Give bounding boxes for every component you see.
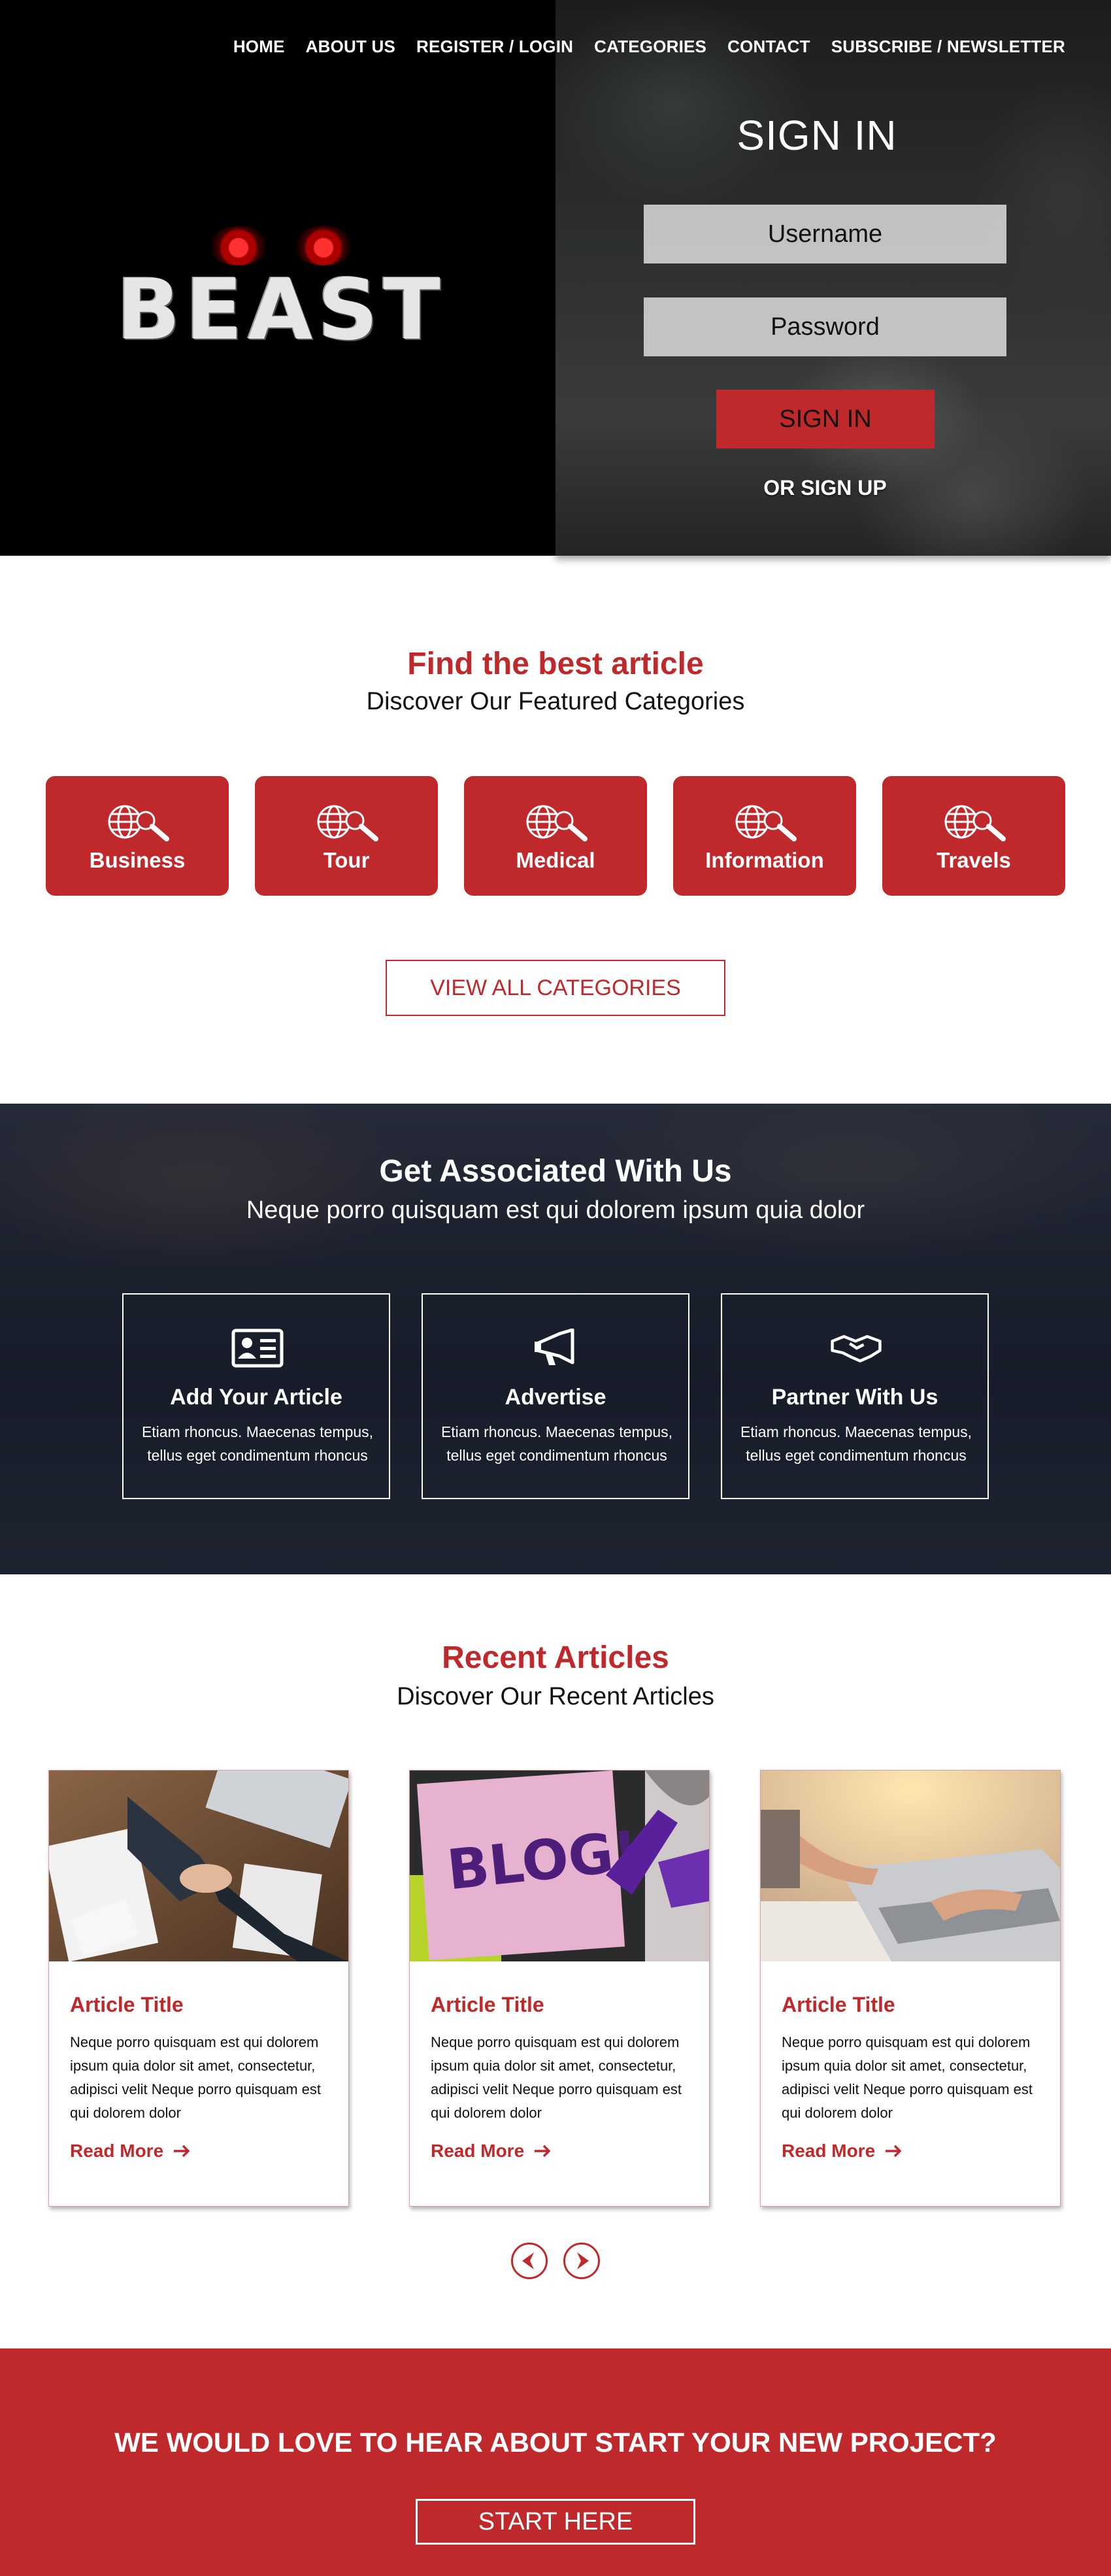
signin-title: SIGN IN bbox=[737, 112, 897, 159]
view-all-categories-button[interactable]: VIEW ALL CATEGORIES bbox=[386, 960, 725, 1016]
slider-next-button[interactable] bbox=[563, 2243, 600, 2279]
category-business[interactable]: Business bbox=[46, 776, 229, 896]
box-description: Etiam rhoncus. Maecenas tempus, tellus e… bbox=[740, 1423, 972, 1464]
globe-search-icon bbox=[317, 805, 378, 841]
article-title[interactable]: Article Title bbox=[431, 1993, 544, 2017]
article-image-handshake[interactable] bbox=[49, 1771, 348, 1961]
advertise-box[interactable]: Advertise Etiam rhoncus. Maecenas tempus… bbox=[422, 1293, 689, 1499]
arrow-right-icon bbox=[886, 2144, 902, 2158]
slider-prev-button[interactable] bbox=[511, 2243, 548, 2279]
chevron-left-icon bbox=[522, 2252, 534, 2269]
read-more-label: Read More bbox=[431, 2141, 525, 2161]
globe-search-icon bbox=[108, 805, 169, 841]
categories-subtitle: Discover Our Featured Categories bbox=[366, 688, 745, 715]
signin-button[interactable]: SIGN IN bbox=[716, 390, 935, 449]
arrow-right-icon bbox=[535, 2144, 551, 2158]
article-title[interactable]: Article Title bbox=[70, 1993, 184, 2017]
main-nav: HOME ABOUT US REGISTER / LOGIN CATEGORIE… bbox=[233, 37, 1065, 57]
cta-title: WE WOULD LOVE TO HEAR ABOUT START YOUR N… bbox=[114, 2427, 997, 2458]
box-title: Advertise bbox=[505, 1385, 606, 1410]
start-here-button[interactable]: START HERE bbox=[416, 2499, 695, 2545]
read-more-label: Read More bbox=[70, 2141, 164, 2161]
box-title: Add Your Article bbox=[170, 1385, 342, 1410]
category-label: Business bbox=[89, 848, 186, 872]
hero-section: HOME ABOUT US REGISTER / LOGIN CATEGORIE… bbox=[0, 0, 1111, 556]
article-image-laptop[interactable] bbox=[761, 1771, 1060, 1961]
category-list: Business Tour Medical Information Travel… bbox=[46, 776, 1065, 896]
category-information[interactable]: Information bbox=[673, 776, 856, 896]
right-eye-icon bbox=[294, 226, 353, 265]
associated-subtitle: Neque porro quisquam est qui dolorem ips… bbox=[246, 1196, 865, 1224]
article-image-blog[interactable]: BLOG! bbox=[410, 1771, 709, 1961]
add-article-box[interactable]: Add Your Article Etiam rhoncus. Maecenas… bbox=[122, 1293, 390, 1499]
arrow-right-icon bbox=[174, 2144, 190, 2158]
globe-search-icon bbox=[944, 805, 1006, 841]
box-description: Etiam rhoncus. Maecenas tempus, tellus e… bbox=[440, 1423, 673, 1464]
globe-search-icon bbox=[526, 805, 588, 841]
category-tour[interactable]: Tour bbox=[255, 776, 438, 896]
associated-section: Get Associated With Us Neque porro quisq… bbox=[0, 1104, 1111, 1574]
article-excerpt: Neque porro quisquam est qui dolorem ips… bbox=[70, 2034, 321, 2121]
read-more-link[interactable]: Read More bbox=[431, 2141, 552, 2161]
read-more-link[interactable]: Read More bbox=[782, 2141, 903, 2161]
id-card-icon bbox=[231, 1329, 284, 1368]
category-label: Travels bbox=[937, 848, 1011, 872]
username-input[interactable] bbox=[644, 205, 1006, 263]
box-description: Etiam rhoncus. Maecenas tempus, tellus e… bbox=[141, 1423, 374, 1464]
associated-title: Get Associated With Us bbox=[379, 1154, 732, 1189]
category-label: Information bbox=[705, 848, 824, 872]
chevron-right-icon bbox=[577, 2252, 589, 2269]
articles-subtitle: Discover Our Recent Articles bbox=[397, 1683, 714, 1710]
password-input[interactable] bbox=[644, 297, 1006, 356]
globe-search-icon bbox=[735, 805, 797, 841]
box-title: Partner With Us bbox=[771, 1385, 938, 1410]
categories-title: Find the best article bbox=[407, 647, 704, 681]
category-medical[interactable]: Medical bbox=[464, 776, 647, 896]
article-card[interactable]: Article Title Neque porro quisquam est q… bbox=[48, 1770, 349, 2207]
hero-background-photo bbox=[556, 0, 1111, 556]
nav-contact[interactable]: CONTACT bbox=[727, 37, 810, 57]
handshake-icon bbox=[831, 1335, 882, 1363]
article-excerpt: Neque porro quisquam est qui dolorem ips… bbox=[782, 2034, 1033, 2121]
partner-box[interactable]: Partner With Us Etiam rhoncus. Maecenas … bbox=[721, 1293, 989, 1499]
nav-categories[interactable]: CATEGORIES bbox=[594, 37, 706, 57]
article-title[interactable]: Article Title bbox=[782, 1993, 895, 2017]
nav-register-login[interactable]: REGISTER / LOGIN bbox=[416, 37, 573, 57]
signup-link[interactable]: OR SIGN UP bbox=[644, 476, 1006, 500]
nav-subscribe-newsletter[interactable]: SUBSCRIBE / NEWSLETTER bbox=[831, 37, 1065, 57]
cta-section: WE WOULD LOVE TO HEAR ABOUT START YOUR N… bbox=[0, 2348, 1111, 2576]
article-card[interactable]: Article Title Neque porro quisquam est q… bbox=[760, 1770, 1061, 2207]
read-more-label: Read More bbox=[782, 2141, 876, 2161]
nav-home[interactable]: HOME bbox=[233, 37, 285, 57]
article-card[interactable]: BLOG! Article Title Neque porro quisquam… bbox=[409, 1770, 710, 2207]
nav-about-us[interactable]: ABOUT US bbox=[306, 37, 395, 57]
logo-wordmark: BEAST bbox=[116, 262, 446, 359]
beast-logo[interactable]: BEAST bbox=[105, 222, 457, 359]
articles-title: Recent Articles bbox=[442, 1640, 669, 1675]
left-eye-icon bbox=[209, 226, 268, 265]
megaphone-icon bbox=[535, 1329, 574, 1365]
article-excerpt: Neque porro quisquam est qui dolorem ips… bbox=[431, 2034, 682, 2121]
read-more-link[interactable]: Read More bbox=[70, 2141, 191, 2161]
category-label: Tour bbox=[323, 848, 370, 872]
category-travels[interactable]: Travels bbox=[882, 776, 1065, 896]
category-label: Medical bbox=[516, 848, 595, 872]
